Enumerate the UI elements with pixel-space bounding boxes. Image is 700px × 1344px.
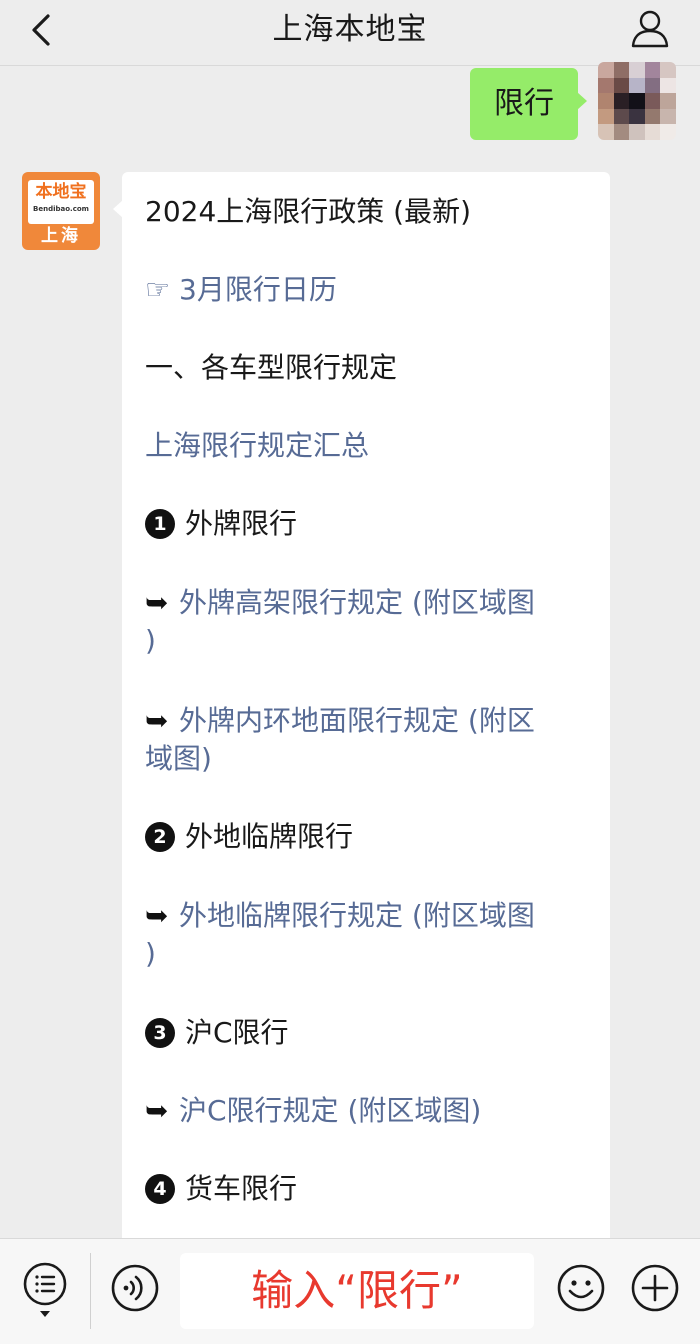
calendar-link-text: 3月限行日历 xyxy=(179,273,337,306)
voice-icon xyxy=(111,1264,159,1312)
pointing-hand-icon: ☞ xyxy=(145,273,171,306)
number-badge: 2 xyxy=(145,822,175,852)
link-temporary-plate[interactable]: ➥ 外地临牌限行规定 (附区域图 ) xyxy=(145,897,595,973)
avatar-brand: 本地宝 xyxy=(35,182,87,202)
top-bar: 上海本地宝 xyxy=(0,0,700,66)
message-heading: 2024上海限行政策 (最新) xyxy=(145,195,472,228)
input-bar: 输入“限行” xyxy=(0,1238,700,1344)
arrow-icon: ➥ xyxy=(145,704,169,737)
emoji-button[interactable] xyxy=(556,1263,606,1313)
my-avatar[interactable] xyxy=(598,62,676,140)
bar-divider xyxy=(90,1253,91,1329)
profile-button[interactable] xyxy=(630,8,670,50)
emoji-icon xyxy=(557,1264,605,1312)
section-title: 一、各车型限行规定 xyxy=(145,351,398,384)
arrow-icon: ➥ xyxy=(145,899,169,932)
number-badge: 3 xyxy=(145,1018,175,1048)
calendar-link[interactable]: ☞ 3月限行日历 xyxy=(145,271,595,309)
arrow-icon: ➥ xyxy=(145,1094,169,1127)
message-input[interactable]: 输入“限行” xyxy=(180,1253,534,1329)
summary-link[interactable]: 上海限行规定汇总 xyxy=(145,427,595,465)
group-title-huc: 3 沪C限行 xyxy=(145,1014,595,1052)
avatar-logo-box: 本地宝 Bendibao.com xyxy=(28,180,94,224)
avatar-domain: Bendibao.com xyxy=(33,205,89,213)
group-title-outside-plate: 1 外牌限行 xyxy=(145,505,595,543)
menu-list-icon xyxy=(23,1262,67,1317)
person-icon xyxy=(631,10,669,48)
link-outside-plate-inner-ring[interactable]: ➥ 外牌内环地面限行规定 (附区 域图) xyxy=(145,702,595,778)
bot-avatar[interactable]: 本地宝 Bendibao.com 上海 xyxy=(22,172,100,250)
chat-title: 上海本地宝 xyxy=(272,12,428,47)
outgoing-message-bubble[interactable]: 限行 xyxy=(470,68,587,140)
link-huc[interactable]: ➥ 沪C限行规定 (附区域图) xyxy=(145,1092,595,1130)
more-button[interactable] xyxy=(630,1263,680,1313)
plus-icon xyxy=(631,1264,679,1312)
group-title-temporary-plate: 2 外地临牌限行 xyxy=(145,818,595,856)
avatar-city: 上海 xyxy=(41,226,81,246)
chat-screen: 上海本地宝 限行 本地宝 Bendibao.com 上海 2024上海限行政策 … xyxy=(0,0,700,1344)
group-title-truck: 4 货车限行 xyxy=(145,1170,595,1208)
link-outside-plate-elevated[interactable]: ➥ 外牌高架限行规定 (附区域图 ) xyxy=(145,584,595,660)
number-badge: 4 xyxy=(145,1174,175,1204)
incoming-message-bubble: 2024上海限行政策 (最新) ☞ 3月限行日历 一、各车型限行规定 上海限行规定… xyxy=(122,172,610,1252)
menu-button[interactable] xyxy=(22,1261,68,1319)
voice-button[interactable] xyxy=(110,1263,160,1313)
number-badge: 1 xyxy=(145,509,175,539)
arrow-icon: ➥ xyxy=(145,586,169,619)
